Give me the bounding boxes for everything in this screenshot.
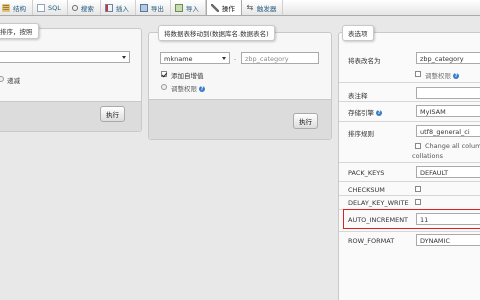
adjust-privileges-label: 调整权限 ? xyxy=(425,72,460,80)
pack-keys-select[interactable]: DEFAULT xyxy=(416,166,480,178)
table-options-legend: 表选项 xyxy=(342,25,374,41)
adjust-privileges-radio[interactable] xyxy=(161,84,167,90)
target-table-input[interactable]: zbp_category xyxy=(241,52,319,64)
comment-label: 表注释 xyxy=(348,92,368,100)
storage-engine-select[interactable]: MyISAM xyxy=(416,105,480,117)
tab-operations[interactable]: 操作 xyxy=(205,0,242,15)
adjust-privileges-label: 调整权限 ? xyxy=(171,85,206,93)
delay-key-write-label: DELAY_KEY_WRITE xyxy=(348,199,409,207)
tab-label: 触发器 xyxy=(256,4,277,13)
help-icon[interactable]: ? xyxy=(199,86,206,92)
tab-label: 导入 xyxy=(185,4,199,13)
row-divider xyxy=(339,101,480,102)
rename-label: 将表改名为 xyxy=(348,57,381,65)
export-icon xyxy=(139,3,148,12)
tab-label: 搜索 xyxy=(80,4,94,13)
add-auto-increment-label: 添加自增值 xyxy=(171,72,204,80)
checksum-label: CHECKSUM xyxy=(348,186,385,194)
tab-structure[interactable]: 结构 xyxy=(0,0,33,15)
change-all-columns-label-2: collations xyxy=(412,152,443,160)
insert-icon xyxy=(104,3,113,12)
row-divider xyxy=(339,121,480,122)
import-icon xyxy=(174,3,183,12)
add-auto-increment-checkbox[interactable] xyxy=(161,71,167,77)
descending-label: 递减 xyxy=(7,77,20,85)
move-table-footer: 执行 xyxy=(149,99,331,139)
sort-panel-legend: 排序，按照 xyxy=(0,23,39,39)
tab-label: 导出 xyxy=(150,4,164,13)
sort-panel-footer: 执行 xyxy=(0,101,141,131)
row-divider xyxy=(339,162,480,163)
sort-column-select[interactable] xyxy=(0,51,130,63)
table-options-panel: 将表改名为 zbp_category 调整权限 ? 表注释 存储引擎 ? MyI… xyxy=(338,32,480,300)
auto-increment-highlight xyxy=(343,209,480,229)
sql-icon xyxy=(37,3,45,12)
chevron-down-icon xyxy=(222,57,226,60)
row-divider xyxy=(339,82,480,83)
tab-insert[interactable]: 插入 xyxy=(101,0,136,15)
dot-separator: . xyxy=(234,54,237,62)
wrench-icon xyxy=(210,3,219,12)
tab-label: 插入 xyxy=(115,4,129,13)
sort-panel: 递减 执行 xyxy=(0,28,142,132)
tab-label: 操作 xyxy=(221,4,235,13)
tab-label: SQL xyxy=(48,3,61,12)
storage-engine-label: 存储引擎 ? xyxy=(348,109,383,117)
search-icon xyxy=(71,4,78,11)
row-divider xyxy=(339,231,480,232)
row-divider xyxy=(339,181,480,182)
help-icon[interactable]: ? xyxy=(376,110,383,116)
change-all-columns-checkbox[interactable] xyxy=(415,143,421,149)
collation-select[interactable]: utf8_general_ci xyxy=(416,125,480,137)
rename-input[interactable]: zbp_category xyxy=(416,52,480,64)
row-format-label: ROW_FORMAT xyxy=(348,237,395,245)
comment-input[interactable] xyxy=(416,87,480,99)
move-table-go-button[interactable]: 执行 xyxy=(293,113,318,129)
row-format-select[interactable]: DYNAMIC xyxy=(416,234,480,246)
move-table-legend: 将数据表移动到(数据库名.数据表名) xyxy=(158,25,275,41)
row-divider xyxy=(339,195,480,196)
descending-radio[interactable] xyxy=(0,76,4,82)
collation-label: 排序规则 xyxy=(348,130,374,138)
tab-sql[interactable]: SQL xyxy=(33,0,68,15)
checksum-checkbox[interactable] xyxy=(415,186,421,192)
chevron-down-icon xyxy=(122,56,126,59)
change-all-columns-label: Change all colum xyxy=(425,142,480,150)
tab-import[interactable]: 导入 xyxy=(171,0,206,15)
tab-export[interactable]: 导出 xyxy=(136,0,171,15)
database-icon xyxy=(2,3,10,12)
target-database-select[interactable]: mkname xyxy=(160,52,230,64)
tab-triggers[interactable]: ⇆ 触发器 xyxy=(242,0,284,15)
adjust-privileges-checkbox[interactable] xyxy=(415,71,421,77)
help-icon[interactable]: ? xyxy=(453,73,460,79)
tab-label: 结构 xyxy=(13,4,26,13)
trigger-icon: ⇆ xyxy=(246,2,254,12)
tab-search[interactable]: 搜索 xyxy=(68,0,101,15)
top-tab-bar: 结构 SQL 搜索 插入 导出 导入 操作 ⇆ 触发器 xyxy=(0,0,480,16)
pack-keys-label: PACK_KEYS xyxy=(348,169,385,177)
delay-key-write-checkbox[interactable] xyxy=(415,199,421,205)
sort-go-button[interactable]: 执行 xyxy=(100,106,125,122)
move-table-panel: mkname . zbp_category 添加自增值 调整权限 ? 执行 xyxy=(148,32,332,140)
